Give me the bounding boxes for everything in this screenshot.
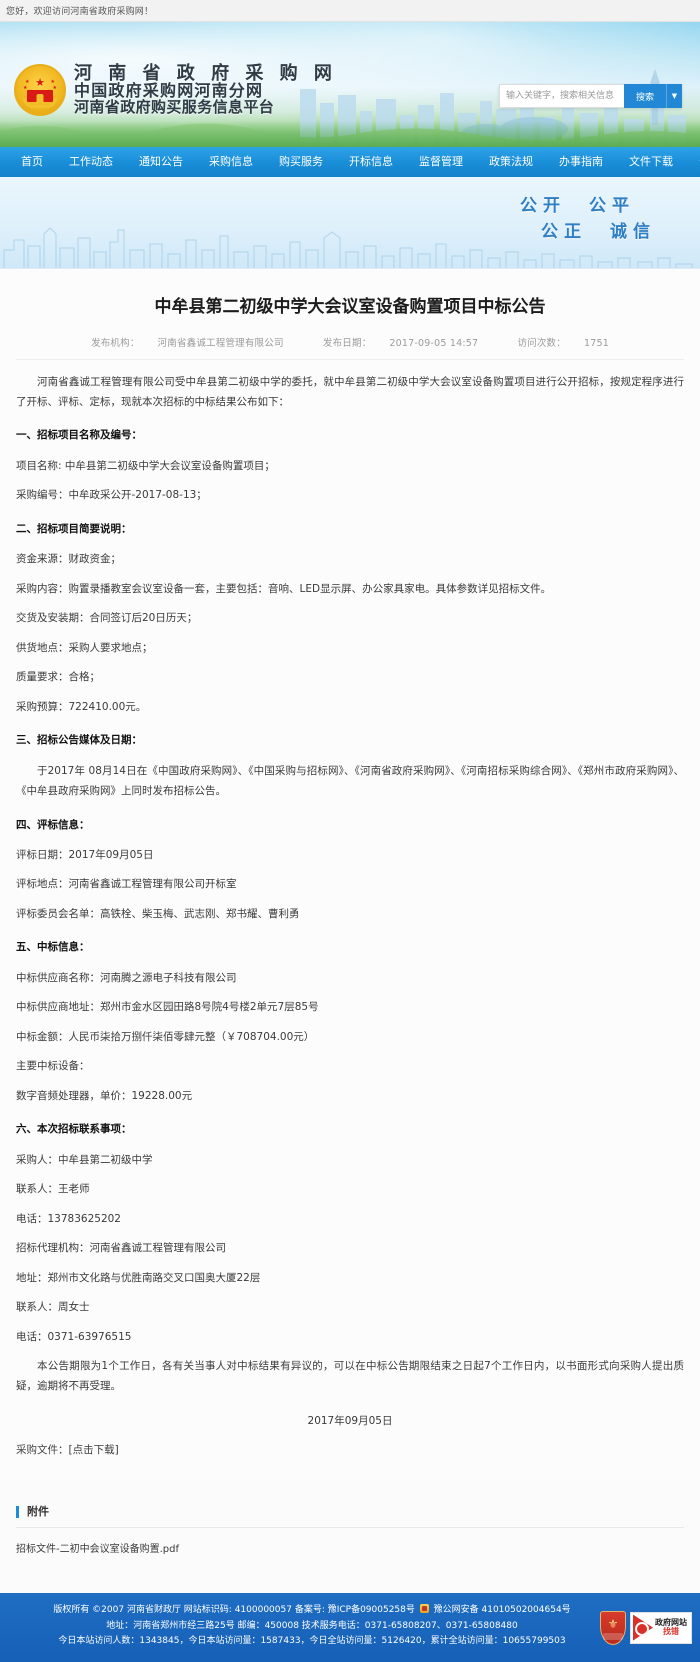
article-paragraph: 项目名称: 中牟县第二初级中学大会议室设备购置项目； [16,459,275,472]
article-paragraph: 采购编号：中牟政采公开-2017-08-13； [16,489,207,502]
nav-item-supervision[interactable]: 监督管理 [406,147,476,177]
section-heading: 三、招标公告媒体及日期： [16,734,142,747]
nav-item-consulting[interactable]: 公众咨询 [686,147,700,177]
meta-publisher: 发布机构： 河南省鑫诚工程管理有限公司 [82,338,293,349]
site-title-line3: 河南省政府购买服务信息平台 [74,98,275,117]
nav-item-services[interactable]: 购买服务 [266,147,336,177]
article-paragraph: 于2017年 08月14日在《中国政府采购网》、《中国采购与招标网》、《河南省政… [16,764,684,798]
section-heading: 一、招标项目名称及编号： [16,429,142,442]
site-logo-block[interactable]: ★ ★ ★ ★ ★ 河 南 省 政 府 采 购 网 中国政府采购网河南分网 河南… [14,64,337,116]
nav-item-guide[interactable]: 办事指南 [546,147,616,177]
gov-badge-line1: 政府网站 [655,1617,687,1627]
magnifier-icon [633,1614,653,1641]
article-paragraph: 招标代理机构：河南省鑫诚工程管理有限公司 [16,1242,226,1255]
article-paragraph: 2017年09月05日 [307,1414,393,1427]
article-paragraph: 供货地点：采购人要求地点； [16,641,153,654]
article-paragraph: 中标供应商名称：河南腾之源电子科技有限公司 [16,971,237,984]
article-paragraph: 地址：郑州市文化路与优胜南路交叉口国奥大厦22层 [16,1271,261,1284]
meta-views-label: 访问次数： [517,337,566,349]
nav-item-downloads[interactable]: 文件下载 [616,147,686,177]
site-footer: 版权所有 ©2007 河南省财政厅 网站标识码: 4100000057 备案号:… [0,1592,700,1662]
police-beian-icon [419,1603,429,1613]
main-navigation[interactable]: 首页 工作动态 通知公告 采购信息 购买服务 开标信息 监督管理 政策法规 办事… [0,147,700,177]
site-title-group: 河 南 省 政 府 采 购 网 中国政府采购网河南分网 河南省政府购买服务信息平… [74,64,337,116]
sub-banner: 公开 公平 公正 诚信 [0,177,700,269]
download-link[interactable]: [点击下载] [69,1444,119,1456]
meta-views-value: 1751 [583,337,609,349]
article-paragraph: 采购内容：购置录播教室会议室设备一套，主要包括：音响、LED显示屏、办公家具家电… [16,582,552,595]
footer-line-2: 地址：河南省郑州市经三路25号 邮编：450008 技术服务电话：0371-65… [106,1620,518,1631]
article-paragraph: 联系人：周女士 [16,1301,90,1314]
footer-line-1: 版权所有 ©2007 河南省财政厅 网站标识码: 4100000057 备案号:… [20,1603,604,1619]
footer-text-block: 版权所有 ©2007 河南省财政厅 网站标识码: 4100000057 备案号:… [0,1603,700,1650]
footer-badges[interactable]: ⚜ 政府网站 找错 [600,1610,692,1645]
article-paragraph: 评标委员会名单：高铁栓、柴玉梅、武志刚、郑书耀、曹利勇 [16,907,300,920]
article-paragraph: 主要中标设备： [16,1060,90,1073]
foliage-band [0,121,700,147]
meta-publisher-label: 发布机构： [91,337,140,349]
welcome-text: 您好，欢迎访问河南省政府采购网！ [6,7,154,17]
section-heading: 四、评标信息： [16,818,90,831]
article-paragraph: 交货及安装期：合同签订后20日历天； [16,612,198,625]
top-welcome-bar: 您好，欢迎访问河南省政府采购网！ [0,0,700,22]
search-input[interactable] [499,84,624,108]
footer-police-beian-text: 豫公网安备 41010502004654号 [433,1604,571,1615]
slogan-line-1: 公开 公平 [520,196,635,216]
article-paragraph: 电话：13783625202 [16,1212,121,1225]
nav-item-bid-opening[interactable]: 开标信息 [336,147,406,177]
site-header: ★ ★ ★ ★ ★ 河 南 省 政 府 采 购 网 中国政府采购网河南分网 河南… [0,22,700,147]
section-heading: 二、招标项目简要说明： [16,522,132,535]
footer-line-3: 今日本站访问人数：1343845，今日本站访问量：1587433，今日全站访问量… [58,1636,566,1647]
article-paragraph: 数字音频处理器，单价：19228.00元 [16,1089,193,1102]
meta-date-label: 发布日期： [322,337,372,349]
police-shield-icon[interactable]: ⚜ [600,1610,626,1645]
article-paragraph: 采购人：中牟县第二初级中学 [16,1153,153,1166]
gov-badge-text: 政府网站 找错 [655,1617,687,1637]
article-paragraph: 中标供应商地址：郑州市金水区园田路8号院4号楼2单元7层85号 [16,1001,319,1014]
chevron-down-icon[interactable]: ▼ [666,84,682,108]
attachment-heading: 附件 [16,1505,684,1518]
meta-date-value: 2017-09-05 14:57 [389,337,479,349]
attachment-file-link[interactable]: 招标文件-二初中会议室设备购置.pdf [16,1540,684,1555]
gov-site-search-icon[interactable]: 政府网站 找错 [630,1611,692,1644]
article-paragraph: 本公告期限为1个工作日，各有关当事人对中标结果有异议的，可以在中标公告期限结束之… [16,1359,684,1393]
meta-publisher-value: 河南省鑫诚工程管理有限公司 [157,337,284,349]
nav-item-policies[interactable]: 政策法规 [476,147,546,177]
article-paragraph: 河南省鑫诚工程管理有限公司受中牟县第二初级中学的委托，就中牟县第二初级中学大会议… [16,375,684,408]
slogan-line-2: 公正 诚信 [541,222,656,243]
article-paragraph: 联系人：王老师 [16,1183,90,1196]
article-paragraph: 评标日期：2017年09月05日 [16,849,154,861]
header-search[interactable]: 搜索 ▼ [499,84,682,108]
page-title: 中牟县第二初级中学大会议室设备购置项目中标公告 [154,297,546,317]
article-container: 中牟县第二初级中学大会议室设备购置项目中标公告 发布机构： 河南省鑫诚工程管理有限… [0,269,700,1480]
gov-badge-line2: 找错 [663,1626,679,1636]
article-paragraph: 电话：0371-63976515 [16,1330,132,1343]
article-paragraph: 采购预算：722410.00元。 [16,700,147,713]
search-button[interactable]: 搜索 [624,84,666,108]
meta-date: 发布日期： 2017-09-05 14:57 [314,338,487,349]
meta-views: 访问次数： 1751 [508,338,618,349]
national-emblem-icon: ★ ★ ★ ★ ★ [14,64,66,116]
nav-item-home[interactable]: 首页 [8,147,56,177]
attachment-divider [16,1526,684,1528]
footer-copyright-text: 版权所有 ©2007 河南省财政厅 网站标识码: 4100000057 备案号:… [53,1604,415,1615]
article-paragraph: 资金来源：财政资金； [16,553,121,566]
article-paragraph: 评标地点：河南省鑫诚工程管理有限公司开标室 [16,878,237,891]
article-meta: 发布机构： 河南省鑫诚工程管理有限公司 发布日期： 2017-09-05 14:57… [16,335,684,360]
download-label: 采购文件： [16,1444,69,1457]
banner-slogan: 公开 公平 公正 诚信 [499,193,656,246]
page-content: 中牟县第二初级中学大会议室设备购置项目中标公告 发布机构： 河南省鑫诚工程管理有限… [0,269,700,1593]
nav-item-notices[interactable]: 通知公告 [126,147,196,177]
article-body: 河南省鑫诚工程管理有限公司受中牟县第二初级中学的委托，就中牟县第二初级中学大会议… [16,360,684,1432]
article-paragraph: 中标金额：人民币柒拾万捌仟柒佰零肆元整（￥708704.00元） [16,1030,315,1043]
section-heading: 六、本次招标联系事项： [16,1123,132,1136]
article-paragraph: 质量要求：合格； [16,671,100,684]
section-heading: 五、中标信息： [16,941,90,954]
download-row: 采购文件：[点击下载] [16,1440,684,1460]
nav-item-work-news[interactable]: 工作动态 [56,147,126,177]
nav-item-procurement[interactable]: 采购信息 [196,147,266,177]
